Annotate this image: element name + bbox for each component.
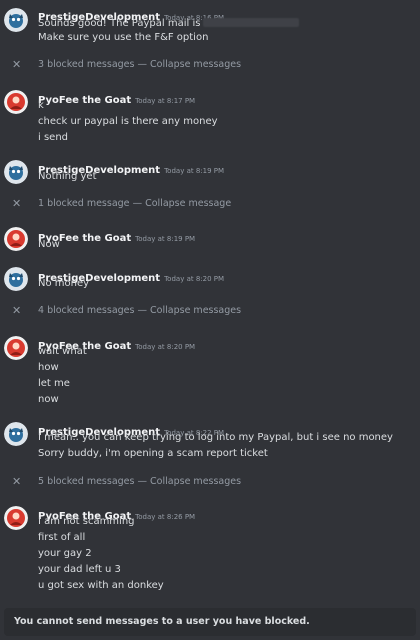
red-avatar-icon[interactable] [4, 90, 28, 114]
dog-avatar-icon[interactable] [4, 160, 28, 184]
message-text: Sounds good! The Paypal mail is [38, 18, 300, 30]
message-text: your dad left u 3 [38, 564, 121, 575]
message-text: check ur paypal is there any money [38, 116, 218, 127]
message-text: your gay 2 [38, 548, 92, 559]
collapse-messages-link[interactable]: Collapse messages [150, 59, 241, 70]
message-text: Make sure you use the F&F option [38, 32, 209, 43]
dog-avatar-icon[interactable] [4, 422, 28, 446]
message-text: let me [38, 378, 70, 389]
redacted-email [203, 18, 300, 27]
red-avatar-icon[interactable] [4, 336, 28, 360]
dog-avatar-icon[interactable] [4, 8, 28, 32]
timestamp: Today at 8:26 PM [135, 513, 196, 521]
timestamp: Today at 8:19 PM [135, 235, 196, 243]
message-list: PrestigeDevelopment Today at 8:16 PM Soun… [0, 0, 420, 606]
close-icon[interactable]: ✕ [12, 304, 21, 318]
message-text: No money [38, 278, 90, 289]
blocked-messages-bar: ✕ 1 blocked message — Collapse message [12, 197, 232, 211]
message-text: Sorry buddy, i'm opening a scam report t… [38, 448, 268, 459]
close-icon[interactable]: ✕ [12, 197, 21, 211]
message-text: I am not scamming [38, 516, 135, 527]
message-text: k [38, 100, 44, 111]
timestamp: Today at 8:20 PM [164, 275, 225, 283]
message-text: u got sex with an donkey [38, 580, 164, 591]
close-icon[interactable]: ✕ [12, 475, 21, 489]
blocked-messages-bar: ✕ 4 blocked messages — Collapse messages [12, 304, 242, 318]
message-text: I mean.. you can keep trying to log into… [38, 432, 393, 443]
message-text: how [38, 362, 59, 373]
username[interactable]: PyoFee the Goat [38, 95, 131, 106]
timestamp: Today at 8:20 PM [135, 343, 196, 351]
message-text: Nothing yet [38, 171, 97, 182]
blocked-user-notice: You cannot send messages to a user you h… [4, 608, 416, 636]
dog-avatar-icon[interactable] [4, 267, 28, 291]
close-icon[interactable]: ✕ [12, 58, 21, 72]
collapse-messages-link[interactable]: Collapse messages [150, 305, 241, 316]
message-header: PyoFee the Goat Today at 8:17 PM [38, 88, 195, 107]
collapse-messages-link[interactable]: Collapse messages [150, 476, 241, 487]
timestamp: Today at 8:17 PM [135, 97, 196, 105]
message-text: Now [38, 239, 60, 250]
timestamp: Today at 8:19 PM [164, 167, 225, 175]
blocked-notice-text: You cannot send messages to a user you h… [14, 616, 310, 627]
blocked-messages-bar: ✕ 3 blocked messages — Collapse messages [12, 58, 242, 72]
red-avatar-icon[interactable] [4, 227, 28, 251]
message-text: first of all [38, 532, 86, 543]
message-text: now [38, 394, 59, 405]
message-header: PyoFee the Goat Today at 8:19 PM [38, 226, 195, 245]
red-avatar-icon[interactable] [4, 506, 28, 530]
collapse-messages-link[interactable]: Collapse message [145, 198, 231, 209]
blocked-messages-bar: ✕ 5 blocked messages — Collapse messages [12, 475, 242, 489]
message-text: wait what [38, 346, 87, 357]
message-text: i send [38, 132, 69, 143]
